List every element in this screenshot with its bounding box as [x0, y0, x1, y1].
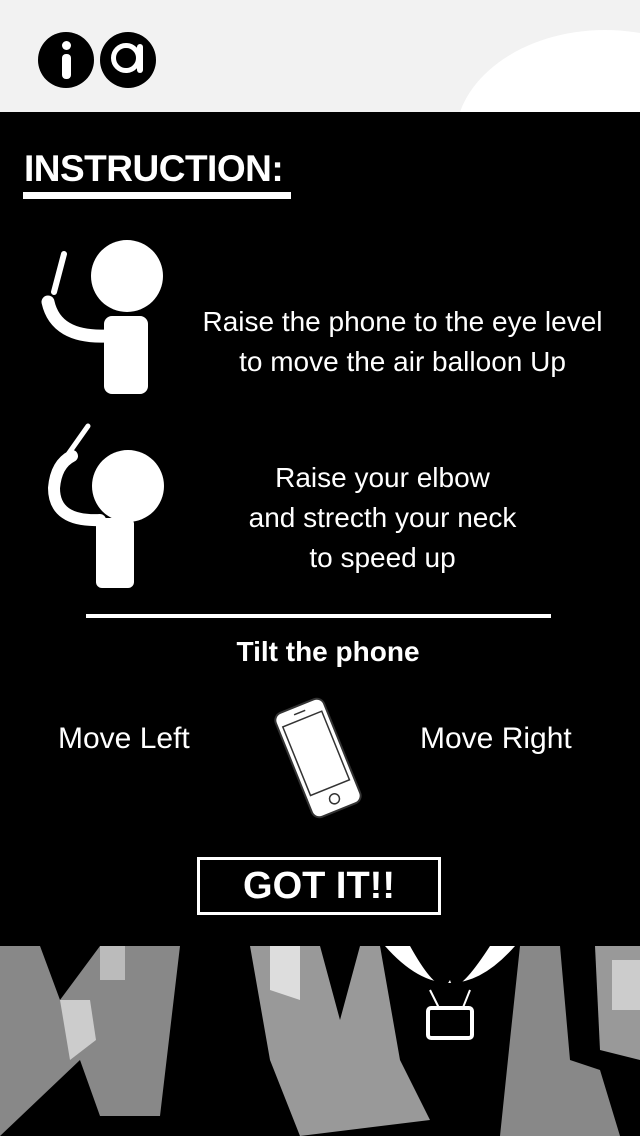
tilt-title: Tilt the phone	[236, 636, 420, 667]
instruction-step-2: Raise your elbow and strecth your neck t…	[195, 458, 570, 578]
instruction-step-1-line-1: Raise the phone to the eye level	[202, 306, 603, 337]
instruction-heading: INSTRUCTION:	[24, 148, 284, 189]
city-balloon-scenery	[0, 940, 640, 1136]
instruction-step-1-line-2: to move the air balloon Up	[239, 346, 566, 377]
instruction-step-1: Raise the phone to the eye level to move…	[175, 302, 630, 382]
instruction-step-2-line-2: and strecth your neck	[248, 502, 517, 533]
instruction-step-2-line-3: to speed up	[309, 542, 456, 573]
logo-i-icon	[38, 32, 94, 88]
moon-shape	[455, 30, 640, 112]
got-it-button[interactable]: GOT IT!!	[197, 857, 441, 915]
raise-phone-figure-icon	[41, 240, 163, 394]
heading-underline	[23, 192, 291, 199]
move-left-label: Move Left	[58, 722, 190, 755]
logo-a-icon	[100, 32, 156, 88]
raise-elbow-figure-icon	[47, 423, 164, 588]
move-right-label: Move Right	[420, 722, 572, 755]
section-divider	[86, 614, 551, 618]
tilted-phone-icon	[274, 697, 362, 819]
top-bar	[0, 0, 640, 112]
instruction-step-2-line-1: Raise your elbow	[275, 462, 490, 493]
